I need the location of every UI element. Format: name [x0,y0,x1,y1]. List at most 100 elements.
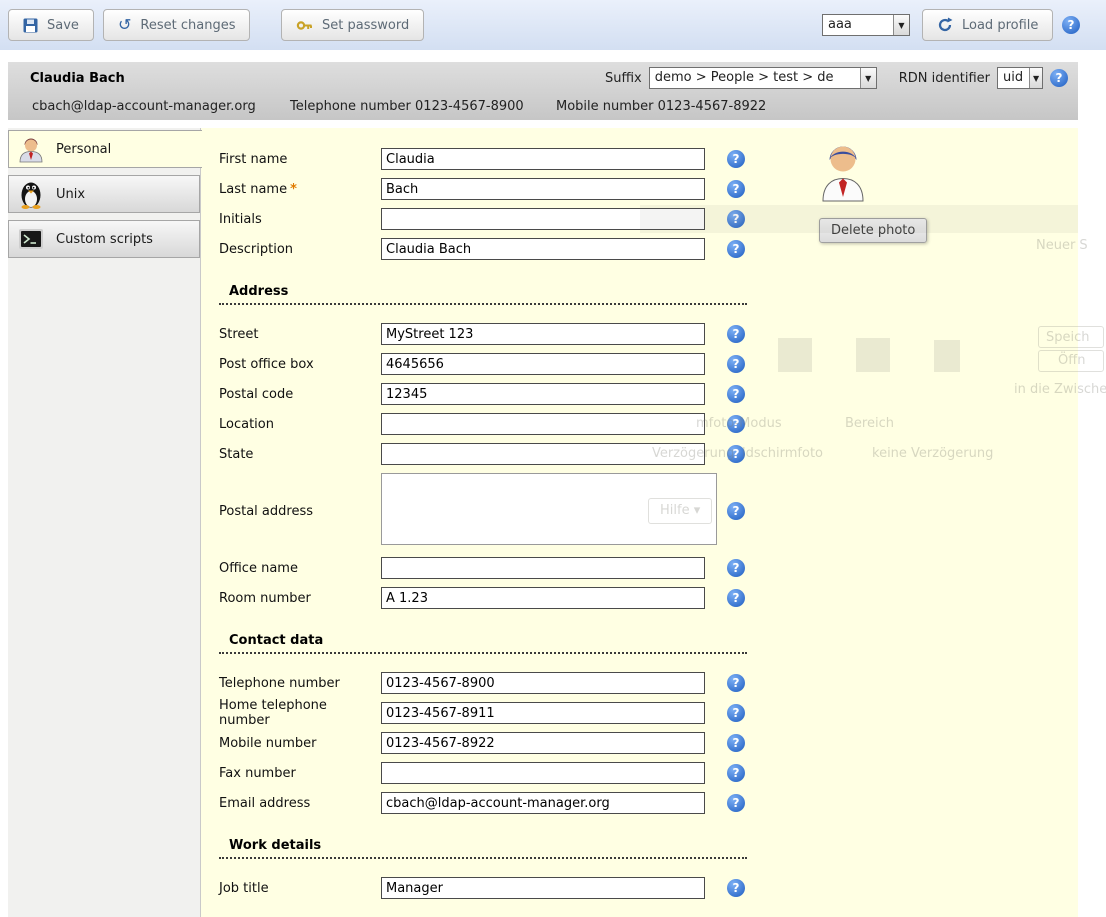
initials-input[interactable] [381,208,705,230]
field-row-mobile: Mobile number ? [219,728,1078,758]
account-phone: Telephone number 0123-4567-8900 [290,99,524,114]
postal-code-input[interactable] [381,383,705,405]
help-icon[interactable]: ? [727,445,745,463]
home-telephone-label: Home telephone number [219,698,381,728]
account-name: Claudia Bach [30,71,125,86]
tab-custom-scripts[interactable]: Custom scripts [8,220,200,258]
state-label: State [219,447,381,462]
help-icon[interactable]: ? [727,589,745,607]
save-button[interactable]: Save [8,9,94,41]
field-row-fax: Fax number ? [219,758,1078,788]
field-row-location: Location ? [219,409,1078,439]
module-tab-sidebar: Personal Unix Custom scripts [8,128,200,917]
rdn-select[interactable]: uid ▼ [997,67,1043,89]
field-row-state: State ? [219,439,1078,469]
suffix-select[interactable]: demo > People > test > de ▼ [649,67,877,89]
last-name-input[interactable] [381,178,705,200]
help-icon[interactable]: ? [727,355,745,373]
rdn-select-value: uid [998,68,1029,88]
help-icon[interactable]: ? [727,734,745,752]
help-icon[interactable]: ? [727,879,745,897]
field-row-postal-address: Postal address ? [219,469,1078,553]
field-row-room-number: Room number ? [219,583,1078,613]
load-profile-button[interactable]: Load profile [922,9,1053,41]
delete-photo-button[interactable]: Delete photo [819,218,927,243]
location-input[interactable] [381,413,705,435]
field-row-telephone: Telephone number ? [219,668,1078,698]
top-toolbar: Save ↺ Reset changes Set password aaa ▼ … [0,0,1106,50]
profile-select-value: aaa [823,15,893,35]
tab-unix[interactable]: Unix [8,175,200,213]
mobile-input[interactable] [381,732,705,754]
help-icon[interactable]: ? [727,385,745,403]
description-input[interactable] [381,238,705,260]
help-icon[interactable]: ? [727,210,745,228]
tab-unix-label: Unix [56,187,85,202]
location-label: Location [219,417,381,432]
field-row-post-office-box: Post office box ? [219,349,1078,379]
help-icon[interactable]: ? [727,415,745,433]
help-icon[interactable]: ? [727,704,745,722]
help-icon[interactable]: ? [727,559,745,577]
mobile-label: Mobile number [219,736,381,751]
job-title-input[interactable] [381,877,705,899]
tab-personal-label: Personal [56,142,111,157]
suffix-select-value: demo > People > test > de [650,68,860,88]
home-telephone-input[interactable] [381,702,705,724]
field-row-street: Street ? [219,319,1078,349]
reset-changes-button[interactable]: ↺ Reset changes [103,9,250,41]
description-label: Description [219,242,381,257]
first-name-input[interactable] [381,148,705,170]
person-icon [18,135,44,163]
photo-block: Delete photo [819,140,949,243]
street-input[interactable] [381,323,705,345]
account-email-link[interactable]: cbach@ldap-account-manager.org [32,99,256,114]
field-row-home-telephone: Home telephone number ? [219,698,1078,728]
load-profile-icon [937,17,953,33]
help-icon[interactable]: ? [727,150,745,168]
post-office-box-label: Post office box [219,357,381,372]
set-password-button[interactable]: Set password [281,9,424,41]
save-icon [23,18,38,33]
rdn-label: RDN identifier [899,71,990,86]
profile-select[interactable]: aaa ▼ [822,14,910,36]
help-icon[interactable]: ? [727,240,745,258]
email-label: Email address [219,796,381,811]
help-icon[interactable]: ? [727,180,745,198]
office-name-input[interactable] [381,557,705,579]
field-row-description: Description ? [219,234,1078,264]
postal-address-textarea[interactable] [381,473,717,545]
help-icon[interactable]: ? [727,325,745,343]
room-number-label: Room number [219,591,381,606]
field-row-first-name: First name ? [219,144,1078,174]
postal-code-label: Postal code [219,387,381,402]
room-number-input[interactable] [381,587,705,609]
section-title-contact: Contact data [219,629,747,654]
field-row-email: Email address ? [219,788,1078,818]
tux-penguin-icon [18,179,44,209]
post-office-box-input[interactable] [381,353,705,375]
postal-address-label: Postal address [219,504,381,519]
user-photo [819,140,867,202]
help-icon[interactable]: ? [727,502,745,520]
header-help-icon[interactable]: ? [1050,69,1068,87]
street-label: Street [219,327,381,342]
set-password-button-label: Set password [322,18,409,33]
telephone-input[interactable] [381,672,705,694]
load-profile-button-label: Load profile [962,18,1038,33]
email-input[interactable] [381,792,705,814]
chevron-down-icon: ▼ [893,15,909,35]
help-icon[interactable]: ? [727,794,745,812]
fax-input[interactable] [381,762,705,784]
help-icon[interactable]: ? [727,674,745,692]
last-name-label: Last name* [219,182,381,197]
state-input[interactable] [381,443,705,465]
field-row-job-title: Job title ? [219,873,1078,903]
save-button-label: Save [47,18,79,33]
lam-edit-account-screen: Save ↺ Reset changes Set password aaa ▼ … [0,0,1106,917]
suffix-label: Suffix [605,71,642,86]
tab-personal[interactable]: Personal [8,130,202,168]
help-icon[interactable]: ? [727,764,745,782]
toolbar-help-icon[interactable]: ? [1062,16,1080,34]
field-row-postal-code: Postal code ? [219,379,1078,409]
